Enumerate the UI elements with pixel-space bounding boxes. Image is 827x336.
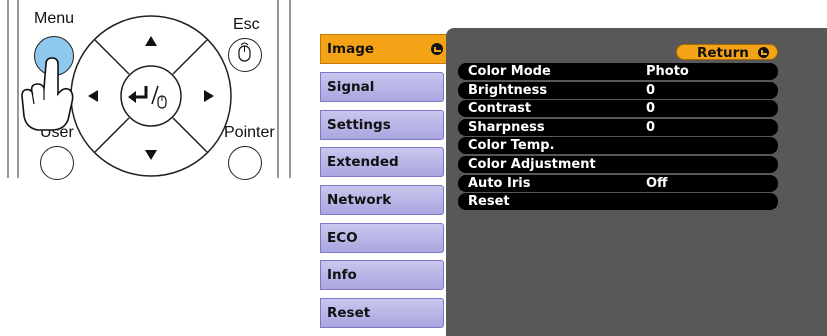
tab-label: Reset: [327, 305, 371, 321]
menu-label: Menu: [34, 10, 75, 27]
tab-info[interactable]: Info: [320, 260, 444, 290]
setting-value: 0: [646, 82, 656, 98]
setting-row-color-temp[interactable]: Color Temp.: [458, 137, 778, 155]
setting-label: Color Adjustment: [468, 156, 596, 172]
user-button[interactable]: [40, 146, 74, 180]
pointer-label: Pointer: [224, 124, 275, 141]
setting-row-contrast[interactable]: Contrast 0: [458, 100, 778, 118]
setting-label: Color Temp.: [468, 138, 555, 154]
setting-value: 0: [646, 119, 656, 135]
setting-label: Auto Iris: [468, 175, 531, 191]
enter-icon: [758, 47, 769, 58]
setting-label: Brightness: [468, 82, 548, 98]
return-label: Return: [697, 45, 749, 61]
setting-label: Color Mode: [468, 64, 551, 79]
return-button[interactable]: Return: [676, 44, 778, 61]
tab-eco[interactable]: ECO: [320, 223, 444, 253]
tab-settings[interactable]: Settings: [320, 110, 444, 140]
tab-label: Signal: [327, 79, 375, 95]
setting-row-sharpness[interactable]: Sharpness 0: [458, 118, 778, 136]
setting-value: 0: [646, 101, 656, 117]
pressing-hand-icon: [21, 57, 74, 131]
setting-label: Contrast: [468, 101, 532, 117]
setting-value: Photo: [646, 64, 689, 79]
tab-signal[interactable]: Signal: [320, 72, 444, 102]
setting-label: Reset: [468, 194, 510, 210]
setting-row-color-adjustment[interactable]: Color Adjustment: [458, 155, 778, 173]
tab-label: Settings: [327, 117, 391, 133]
setting-row-reset[interactable]: Reset: [458, 193, 778, 211]
arrow-right-icon[interactable]: [204, 90, 214, 102]
arrow-down-icon[interactable]: [145, 150, 157, 160]
tab-extended[interactable]: Extended: [320, 147, 444, 177]
remote-control-illustration: Menu Esc User Pointer: [0, 0, 300, 190]
tab-label: ECO: [327, 230, 358, 246]
esc-label: Esc: [233, 16, 260, 33]
tab-network[interactable]: Network: [320, 185, 444, 215]
mouse-icon: [238, 42, 251, 62]
tab-label: Network: [327, 192, 392, 208]
setting-label: Sharpness: [468, 119, 545, 135]
pointer-button[interactable]: [228, 146, 262, 180]
setting-row-auto-iris[interactable]: Auto Iris Off: [458, 174, 778, 192]
settings-list: Color Mode Photo Brightness 0 Contrast 0…: [458, 63, 778, 212]
arrow-left-icon[interactable]: [88, 90, 98, 102]
esc-button[interactable]: [228, 38, 262, 72]
tab-label: Image: [327, 41, 375, 57]
enter-button-icon[interactable]: [128, 80, 174, 114]
arrow-up-icon[interactable]: [145, 36, 157, 46]
setting-row-color-mode[interactable]: Color Mode Photo: [458, 63, 778, 80]
setting-row-brightness[interactable]: Brightness 0: [458, 81, 778, 99]
tab-reset[interactable]: Reset: [320, 298, 444, 328]
tab-label: Extended: [327, 154, 399, 170]
enter-icon: [431, 43, 443, 55]
tab-label: Info: [327, 267, 357, 283]
tab-image[interactable]: Image: [320, 34, 450, 64]
setting-value: Off: [646, 175, 668, 191]
